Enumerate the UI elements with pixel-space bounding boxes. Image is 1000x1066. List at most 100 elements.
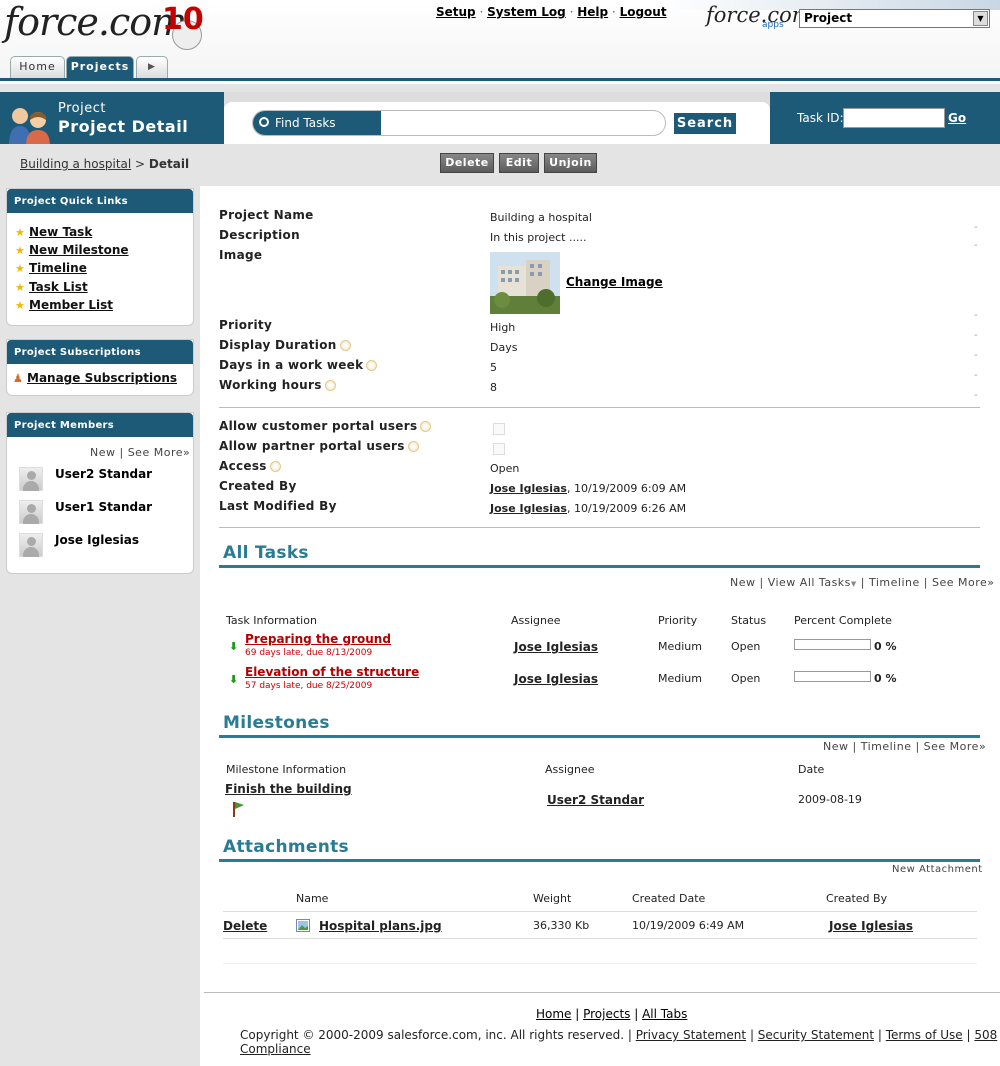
delete-button[interactable]: Delete	[440, 153, 494, 173]
delete-attachment-link[interactable]: Delete	[223, 919, 267, 933]
help-link[interactable]: Help	[577, 5, 608, 19]
attach-header-created-by: Created By	[826, 892, 888, 905]
created-by-user-link[interactable]: Jose Iglesias	[490, 482, 567, 495]
modified-by-label: Last Modified By	[219, 499, 337, 513]
app-select-value: Project	[804, 11, 853, 25]
milestone-header-info: Milestone Information	[226, 763, 347, 776]
partner-portal-checkbox	[493, 443, 505, 455]
avatar-icon	[19, 467, 43, 491]
change-image-link[interactable]: Change Image	[566, 275, 663, 289]
attach-row-divider	[223, 938, 977, 939]
quick-link-timeline[interactable]: ★ Timeline	[15, 261, 87, 275]
display-duration-value: Days	[490, 341, 518, 354]
setup-link[interactable]: Setup	[436, 5, 476, 19]
task-link-elevation-structure[interactable]: Elevation of the structure	[245, 665, 419, 679]
manage-subscriptions-link[interactable]: ♟ Manage Subscriptions	[13, 371, 177, 385]
attach-header-weight: Weight	[533, 892, 572, 905]
star-icon: ★	[15, 281, 25, 294]
member-item[interactable]: User2 Standar	[19, 467, 152, 491]
help-icon[interactable]	[269, 461, 281, 472]
tasks-header-info: Task Information	[226, 614, 317, 627]
help-icon[interactable]	[407, 441, 419, 452]
milestones-links[interactable]: New | Timeline | See More»	[823, 740, 986, 753]
member-item[interactable]: User1 Standar	[19, 500, 152, 524]
app-select[interactable]: Project ▼	[799, 9, 990, 28]
all-tasks-links[interactable]: New | View All Tasks▼ | Timeline | See M…	[730, 576, 994, 589]
task-late-note: 57 days late, due 8/25/2009	[245, 681, 373, 691]
task-assignee-link[interactable]: Jose Iglesias	[514, 672, 598, 686]
quick-link-new-milestone[interactable]: ★ New Milestone	[15, 243, 129, 257]
search-button[interactable]: Search	[674, 113, 736, 134]
members-see-more-link[interactable]: See More»	[128, 446, 191, 459]
attach-header-date: Created Date	[632, 892, 706, 905]
apps-logo: force.com	[706, 3, 812, 27]
image-label: Image	[219, 248, 263, 262]
field-marker: -	[974, 390, 978, 401]
task-link-preparing-ground[interactable]: Preparing the ground	[245, 632, 391, 646]
new-attachment-link[interactable]: New Attachment	[892, 864, 983, 875]
attach-row-divider	[223, 911, 977, 912]
all-tasks-title: All Tasks	[223, 543, 309, 563]
avatar-icon	[19, 500, 43, 524]
days-week-value: 5	[490, 361, 497, 374]
find-tasks-input[interactable]	[383, 114, 661, 132]
quick-link-member-list[interactable]: ★ Member List	[15, 298, 113, 312]
attachment-file-link[interactable]: Hospital plans.jpg	[319, 919, 442, 933]
edit-button[interactable]: Edit	[499, 153, 539, 173]
customer-portal-checkbox	[493, 423, 505, 435]
priority-label: Priority	[219, 318, 273, 332]
milestone-link-finish-building[interactable]: Finish the building	[225, 782, 352, 796]
milestone-assignee-link[interactable]: User2 Standar	[547, 793, 644, 807]
task-id-input[interactable]	[843, 108, 945, 128]
quick-link-task-list[interactable]: ★ Task List	[15, 280, 88, 294]
members-new-link[interactable]: New	[90, 446, 116, 459]
user-icon: ♟	[13, 372, 23, 385]
tab-projects[interactable]: Projects	[66, 56, 134, 78]
logout-link[interactable]: Logout	[620, 5, 667, 19]
task-percent: 0 %	[874, 672, 897, 685]
quick-links-title: Project Quick Links	[7, 189, 193, 213]
help-icon[interactable]	[324, 380, 336, 391]
footer-divider	[204, 992, 1000, 993]
field-marker: -	[974, 350, 978, 361]
field-marker: -	[974, 222, 978, 233]
footer-projects-link[interactable]: Projects	[583, 1007, 630, 1021]
project-image	[490, 252, 560, 314]
breadcrumb-project-link[interactable]: Building a hospital	[20, 157, 131, 171]
task-assignee-link[interactable]: Jose Iglesias	[514, 640, 598, 654]
footer-home-link[interactable]: Home	[536, 1007, 571, 1021]
unjoin-button[interactable]: Unjoin	[544, 153, 597, 173]
tab-home[interactable]: Home	[10, 56, 65, 78]
modified-by-user-link[interactable]: Jose Iglesias	[490, 502, 567, 515]
find-tasks-label: Find Tasks	[253, 111, 381, 135]
quick-link-new-task[interactable]: ★ New Task	[15, 225, 92, 239]
go-button[interactable]: Go	[948, 111, 966, 125]
all-tasks-rule	[219, 565, 980, 568]
priority-value: High	[490, 321, 516, 334]
apps-logo-sub: apps	[762, 20, 784, 30]
security-link[interactable]: Security Statement	[758, 1028, 874, 1042]
find-tasks-box: Find Tasks	[252, 110, 666, 136]
attachment-creator-link[interactable]: Jose Iglesias	[829, 919, 913, 933]
member-item[interactable]: Jose Iglesias	[19, 533, 139, 557]
header-divider-light	[0, 84, 1000, 92]
terms-link[interactable]: Terms of Use	[886, 1028, 963, 1042]
help-icon[interactable]	[339, 340, 351, 351]
privacy-link[interactable]: Privacy Statement	[636, 1028, 746, 1042]
help-icon[interactable]	[366, 360, 378, 371]
field-marker: -	[974, 310, 978, 321]
task-id-label: Task ID:	[797, 111, 844, 125]
tasks-header-priority: Priority	[658, 614, 698, 627]
help-icon[interactable]	[420, 421, 432, 432]
attach-header-name: Name	[296, 892, 329, 905]
breadcrumb-current: Detail	[148, 157, 190, 171]
footer-copyright: Copyright © 2000-2009 salesforce.com, in…	[240, 1028, 998, 1056]
access-value: Open	[490, 462, 520, 475]
attachment-date: 10/19/2009 6:49 AM	[632, 919, 745, 932]
tab-more-arrow-icon[interactable]: ▶	[136, 56, 168, 78]
field-marker: -	[974, 330, 978, 341]
working-hours-value: 8	[490, 381, 497, 394]
footer-all-tabs-link[interactable]: All Tabs	[642, 1007, 687, 1021]
system-log-link[interactable]: System Log	[487, 5, 566, 19]
avatar-icon	[19, 533, 43, 557]
